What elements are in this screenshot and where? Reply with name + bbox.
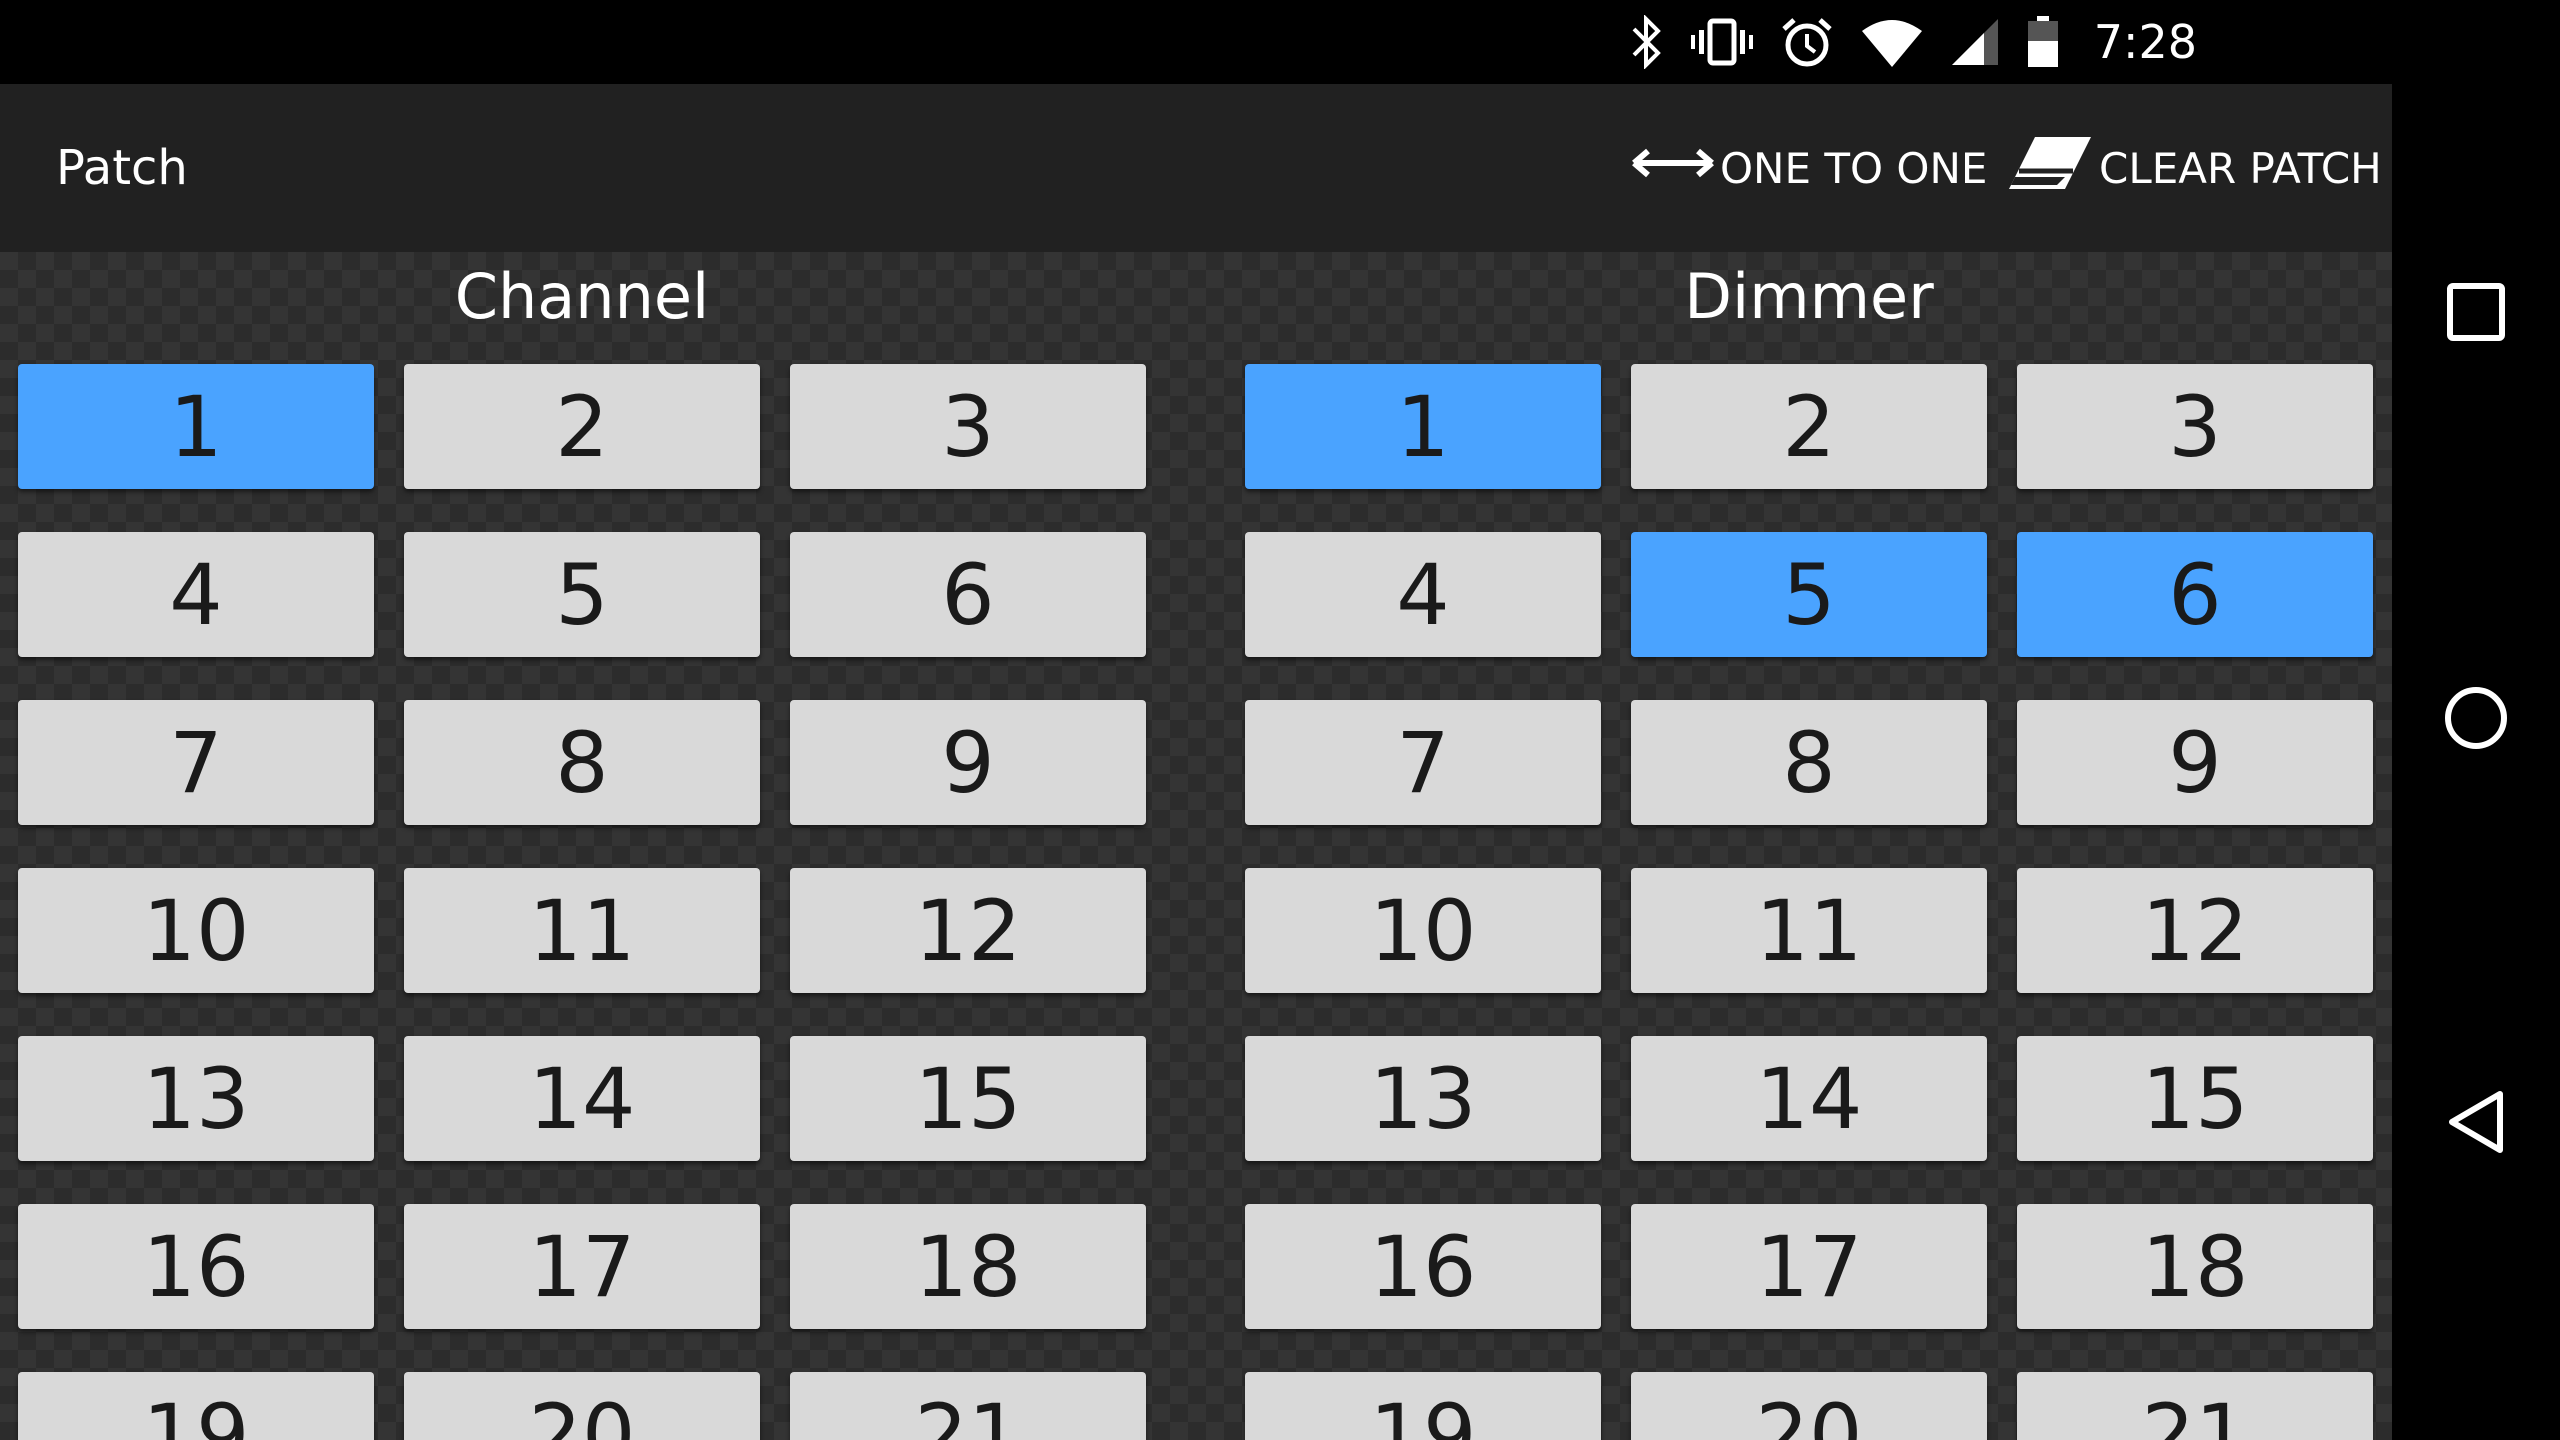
dimmer-button[interactable]: 19 <box>1245 1372 1601 1440</box>
dimmer-button[interactable]: 3 <box>2017 364 2373 489</box>
dimmer-button[interactable]: 18 <box>2017 1204 2373 1329</box>
dimmer-button[interactable]: 11 <box>1631 868 1987 993</box>
dimmer-button[interactable]: 16 <box>1245 1204 1601 1329</box>
recents-icon <box>2446 282 2506 347</box>
dimmer-button[interactable]: 5 <box>1631 532 1987 657</box>
channel-button[interactable]: 7 <box>18 700 374 825</box>
page-title: Patch <box>56 140 188 196</box>
action-bar: Patch ONE TO ONE CLEAR PATCH <box>0 84 2392 252</box>
channel-button[interactable]: 9 <box>790 700 1146 825</box>
dimmer-button[interactable]: 1 <box>1245 364 1601 489</box>
channel-button[interactable]: 16 <box>18 1204 374 1329</box>
status-time: 7:28 <box>2093 15 2197 69</box>
channel-button[interactable]: 17 <box>404 1204 760 1329</box>
status-icons: 7:28 <box>1630 0 2197 84</box>
dimmer-button[interactable]: 17 <box>1631 1204 1987 1329</box>
dimmer-grid: 1 2 3 4 5 6 7 8 9 10 11 12 13 14 15 16 1… <box>1245 364 2373 1440</box>
one-to-one-button[interactable]: ONE TO ONE <box>1630 84 1987 252</box>
dimmer-button[interactable]: 10 <box>1245 868 1601 993</box>
back-button[interactable] <box>2442 1090 2510 1158</box>
patch-content: Channel Dimmer 1 2 3 4 5 6 7 8 9 10 11 1… <box>0 252 2392 1440</box>
dimmer-button[interactable]: 9 <box>2017 700 2373 825</box>
dimmer-button[interactable]: 6 <box>2017 532 2373 657</box>
battery-icon <box>2026 15 2060 69</box>
dimmer-button[interactable]: 7 <box>1245 700 1601 825</box>
bluetooth-icon <box>1630 15 1664 69</box>
vibrate-icon <box>1690 15 1754 69</box>
signal-icon <box>1950 15 2000 69</box>
channel-button[interactable]: 5 <box>404 532 760 657</box>
channel-button[interactable]: 11 <box>404 868 760 993</box>
channel-button[interactable]: 8 <box>404 700 760 825</box>
dimmer-button[interactable]: 15 <box>2017 1036 2373 1161</box>
navigation-bar <box>2392 0 2560 1440</box>
channel-button[interactable]: 19 <box>18 1372 374 1440</box>
channel-button[interactable]: 4 <box>18 532 374 657</box>
channel-button[interactable]: 10 <box>18 868 374 993</box>
wifi-icon <box>1860 15 1924 69</box>
dimmer-button[interactable]: 12 <box>2017 868 2373 993</box>
home-button[interactable] <box>2442 686 2510 754</box>
channel-button[interactable]: 14 <box>404 1036 760 1161</box>
status-bar: 7:28 <box>0 0 2392 84</box>
eraser-icon <box>2005 131 2095 205</box>
channel-button[interactable]: 2 <box>404 364 760 489</box>
dimmer-button[interactable]: 13 <box>1245 1036 1601 1161</box>
home-icon <box>2443 685 2509 756</box>
channel-button[interactable]: 18 <box>790 1204 1146 1329</box>
recents-button[interactable] <box>2442 280 2510 348</box>
channel-button[interactable]: 15 <box>790 1036 1146 1161</box>
channel-button[interactable]: 13 <box>18 1036 374 1161</box>
dimmer-button[interactable]: 8 <box>1631 700 1987 825</box>
dimmer-button[interactable]: 2 <box>1631 364 1987 489</box>
one-to-one-label: ONE TO ONE <box>1720 143 1988 193</box>
double-arrow-icon <box>1630 143 1716 193</box>
channel-column-title: Channel <box>454 260 710 333</box>
channel-button[interactable]: 20 <box>404 1372 760 1440</box>
channel-button[interactable]: 3 <box>790 364 1146 489</box>
clear-patch-button[interactable]: CLEAR PATCH <box>2005 84 2382 252</box>
dimmer-button[interactable]: 21 <box>2017 1372 2373 1440</box>
dimmer-button[interactable]: 20 <box>1631 1372 1987 1440</box>
back-icon <box>2446 1089 2506 1160</box>
clear-patch-label: CLEAR PATCH <box>2099 143 2382 193</box>
channel-button[interactable]: 6 <box>790 532 1146 657</box>
channel-button[interactable]: 21 <box>790 1372 1146 1440</box>
channel-grid: 1 2 3 4 5 6 7 8 9 10 11 12 13 14 15 16 1… <box>18 364 1146 1440</box>
dimmer-button[interactable]: 14 <box>1631 1036 1987 1161</box>
dimmer-button[interactable]: 4 <box>1245 532 1601 657</box>
dimmer-column-title: Dimmer <box>1684 260 1934 333</box>
channel-button[interactable]: 12 <box>790 868 1146 993</box>
alarm-icon <box>1780 15 1834 69</box>
channel-button[interactable]: 1 <box>18 364 374 489</box>
